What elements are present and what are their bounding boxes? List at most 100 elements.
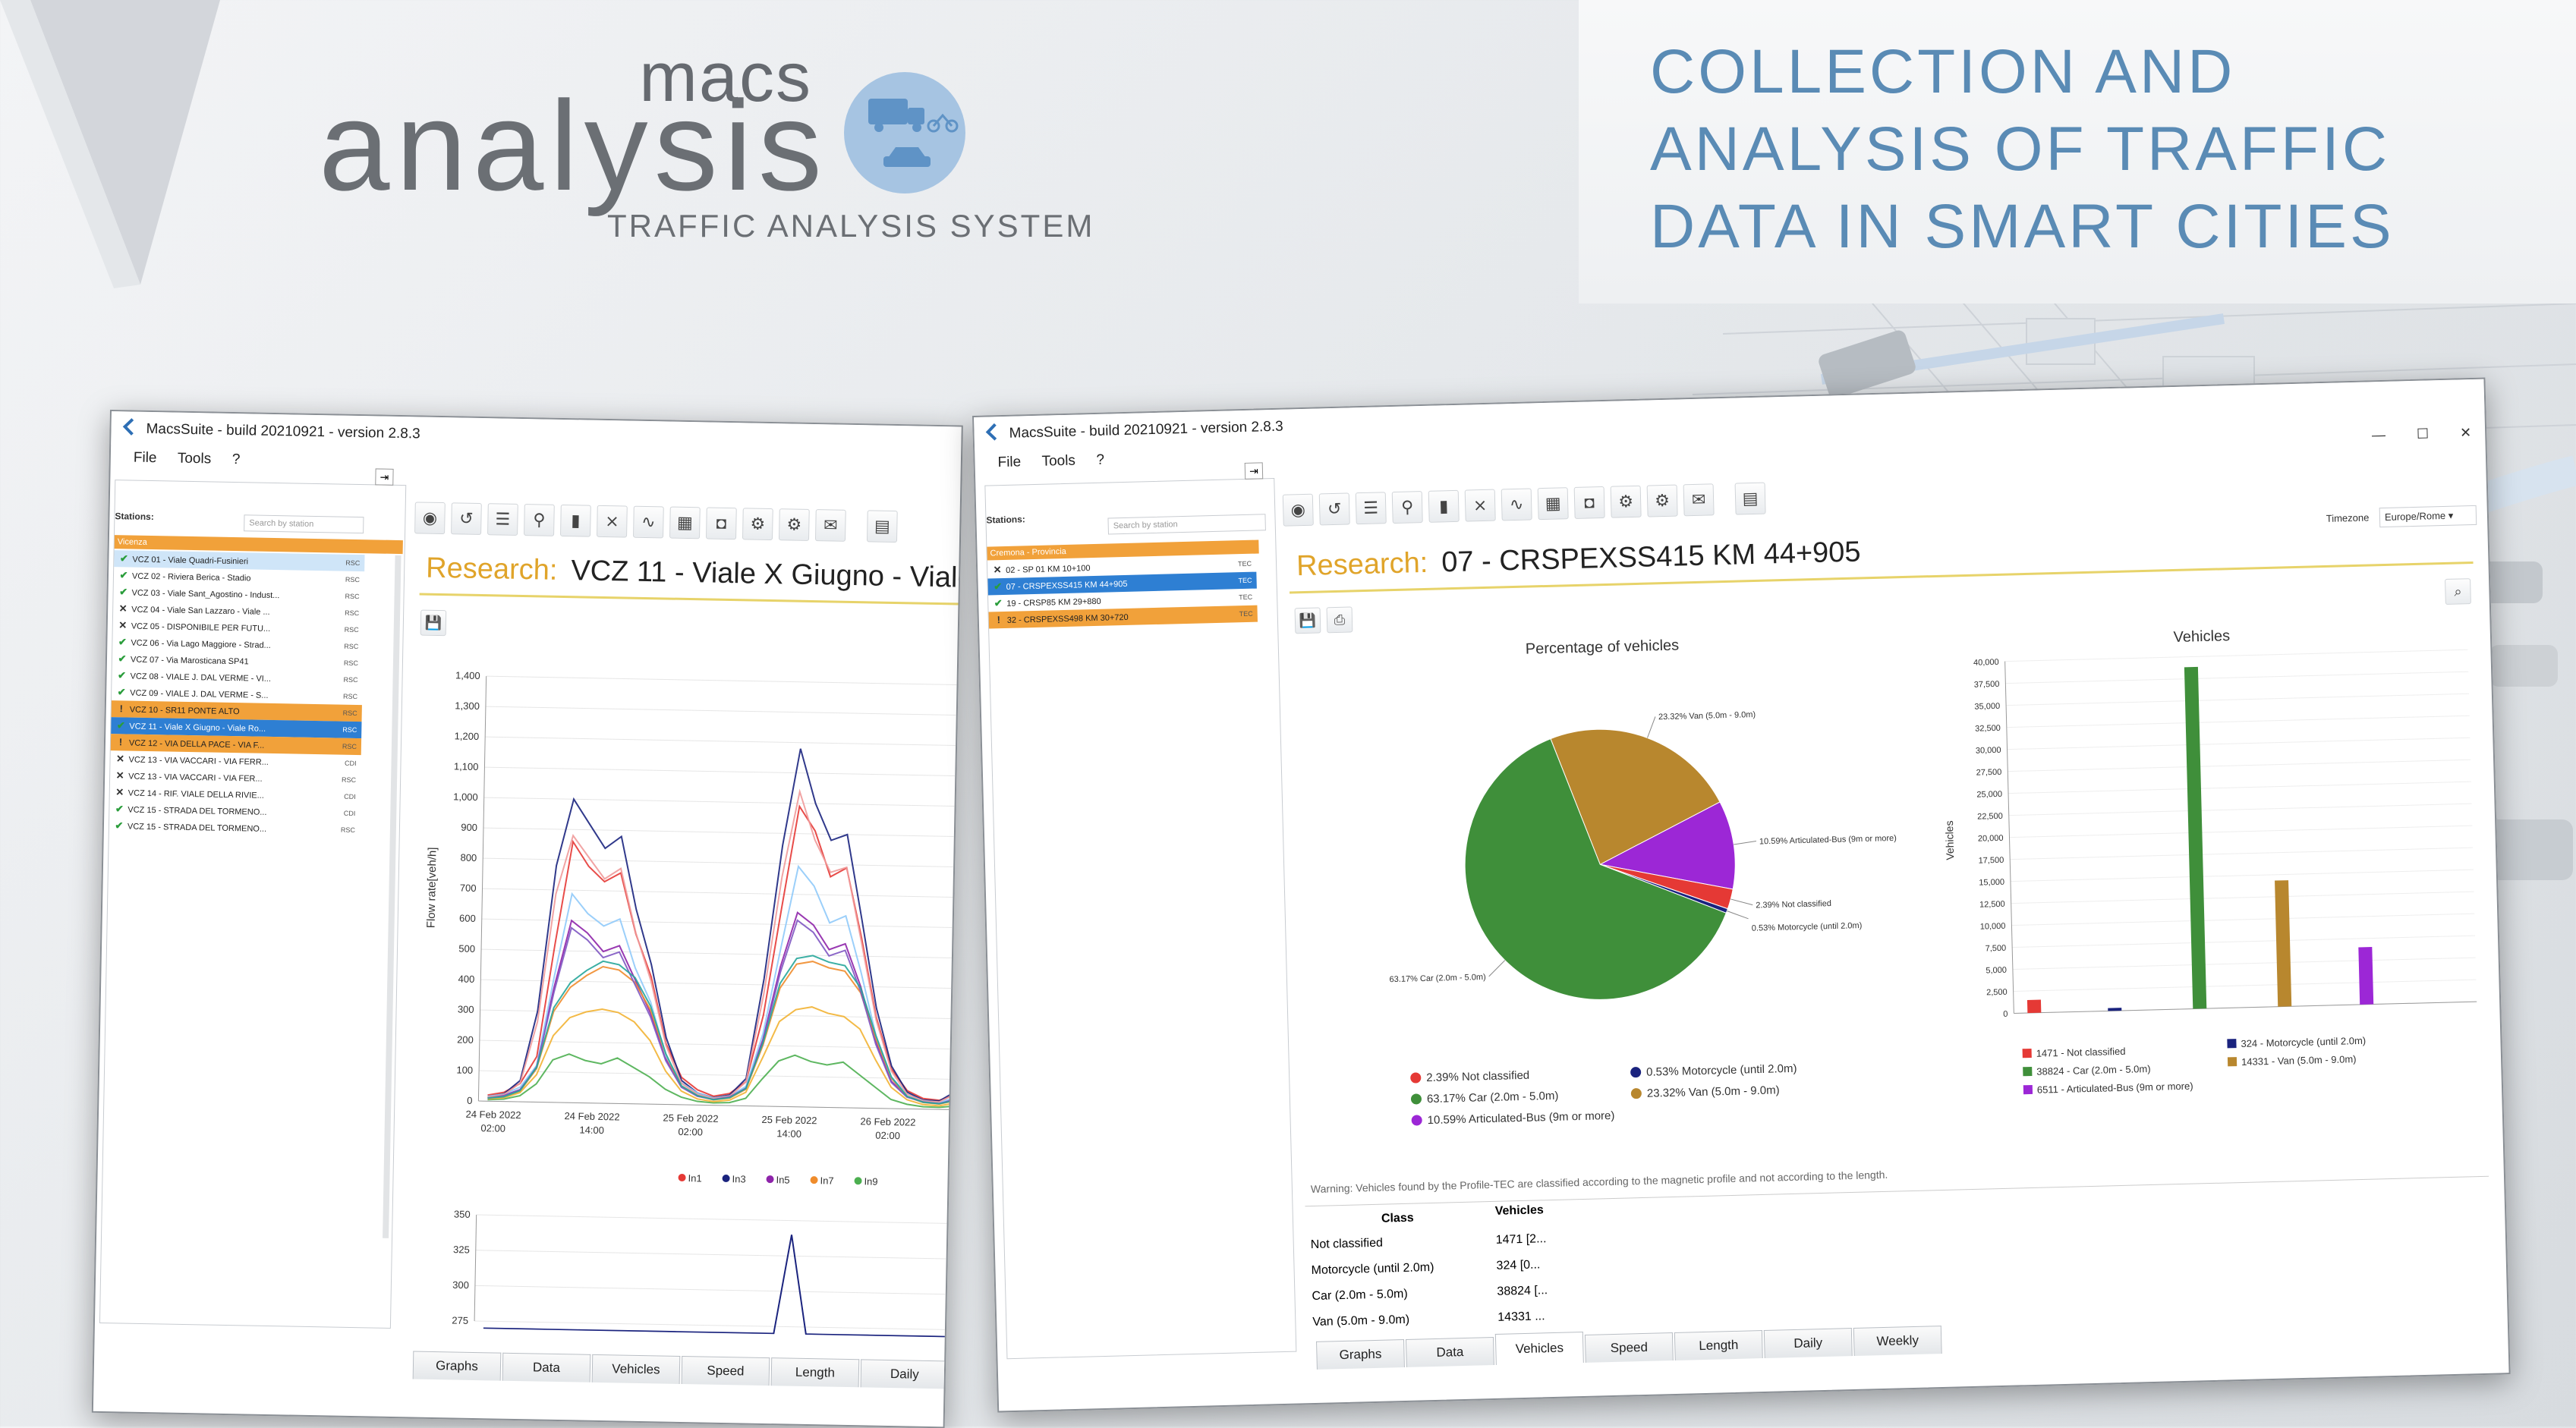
- settings-icon[interactable]: ⚙: [742, 508, 773, 540]
- callout-line: [1647, 716, 1656, 738]
- legend-marker: [2023, 1085, 2033, 1094]
- station-search-input[interactable]: Search by station: [244, 514, 364, 533]
- legend-label: 6511 - Articulated-Bus (9m or more): [2037, 1080, 2193, 1096]
- menu-help[interactable]: ?: [232, 451, 241, 468]
- gridline: [2014, 980, 2477, 991]
- history-icon[interactable]: ↺: [451, 502, 482, 535]
- eye-icon[interactable]: ◉: [414, 502, 446, 534]
- y-tick-label: 10,000: [1980, 922, 2006, 932]
- mail-icon[interactable]: ✉: [1683, 483, 1715, 516]
- tab-data[interactable]: Data: [1406, 1337, 1494, 1367]
- collapse-panel-icon[interactable]: ⇥: [375, 468, 393, 485]
- tab-daily[interactable]: Daily: [1764, 1328, 1853, 1358]
- window-title: MacsSuite - build 20210921 - version 2.8…: [146, 421, 420, 443]
- gridline: [2008, 738, 2471, 749]
- legend-label: In1: [688, 1172, 701, 1184]
- stations-panel: ⇥ Stations: Search by station Cremona - …: [984, 478, 1296, 1359]
- tab-graphs[interactable]: Graphs: [1316, 1339, 1405, 1370]
- mail-icon[interactable]: ✉: [815, 509, 846, 542]
- slice-callout: 63.17% Car (2.0m - 5.0m): [1389, 973, 1485, 984]
- station-type-code: RSC: [341, 822, 355, 838]
- calendar-icon[interactable]: ▦: [669, 507, 701, 539]
- tab-speed[interactable]: Speed: [682, 1356, 770, 1386]
- x-axis: [2014, 1002, 2477, 1013]
- station-type-code: RSC: [344, 638, 358, 655]
- legend-label: 23.32% Van (5.0m - 9.0m): [1647, 1084, 1780, 1099]
- research-value: 07 - CRSPEXSS415 KM 44+905: [1441, 536, 1861, 578]
- station-type-code: RSC: [342, 772, 356, 788]
- graph-icon[interactable]: ⨯: [1465, 489, 1496, 522]
- search-icon[interactable]: ⌕: [2445, 578, 2471, 605]
- tab-speed[interactable]: Speed: [1585, 1332, 1674, 1363]
- cross-icon: ✕: [115, 767, 125, 784]
- tab-graphs[interactable]: Graphs: [413, 1351, 502, 1381]
- tab-length[interactable]: Length: [1674, 1330, 1763, 1360]
- signal-icon[interactable]: ∿: [1501, 488, 1532, 521]
- legend-marker: [1630, 1067, 1641, 1077]
- bus-icon[interactable]: ◘: [706, 507, 737, 539]
- left-app-window: MacsSuite - build 20210921 - version 2.8…: [92, 410, 963, 1428]
- y-tick-label: 900: [461, 822, 477, 833]
- map-pin-icon[interactable]: ⚲: [524, 504, 555, 536]
- graph-icon[interactable]: ⨯: [597, 505, 628, 538]
- bar-chart-icon[interactable]: ▮: [560, 505, 591, 537]
- station-type-code: RSC: [343, 672, 357, 688]
- vehicles-badge-icon: [844, 68, 965, 197]
- advanced-settings-icon[interactable]: ⚙: [1647, 485, 1678, 517]
- advanced-settings-icon[interactable]: ⚙: [779, 508, 810, 541]
- tab-data[interactable]: Data: [502, 1353, 591, 1382]
- map-pin-icon[interactable]: ⚲: [1392, 491, 1423, 524]
- menu-file[interactable]: File: [997, 454, 1021, 471]
- bar-chart-icon[interactable]: ▮: [1428, 490, 1460, 523]
- timezone-select[interactable]: Europe/Rome ▾: [2379, 505, 2477, 527]
- tab-vehicles[interactable]: Vehicles: [1495, 1332, 1584, 1365]
- table-header-vehicles: Vehicles: [1495, 1203, 1544, 1219]
- tab-daily[interactable]: Daily: [861, 1359, 949, 1389]
- chart-title: Percentage of vehicles: [1526, 637, 1680, 658]
- menu-file[interactable]: File: [134, 450, 157, 467]
- save-icon[interactable]: 💾: [1295, 607, 1321, 634]
- calendar-icon[interactable]: ▦: [1538, 487, 1569, 520]
- right-app-window: MacsSuite - build 20210921 - version 2.8…: [972, 378, 2511, 1413]
- y-tick-label: 600: [459, 913, 476, 924]
- y-tick-label: 15,000: [1979, 878, 2004, 888]
- y-tick-label: 300: [458, 1004, 474, 1015]
- legend-marker: [722, 1175, 729, 1182]
- bus-icon[interactable]: ◘: [1574, 486, 1605, 519]
- clipboard-icon[interactable]: ▤: [1735, 483, 1766, 515]
- collapse-panel-icon[interactable]: ⇥: [1245, 462, 1264, 480]
- y-tick-label: 40,000: [1973, 658, 1999, 668]
- group-name: Cremona - Provincia: [990, 547, 1066, 558]
- save-icon[interactable]: 💾: [420, 610, 447, 637]
- clipboard-icon[interactable]: ▤: [867, 510, 898, 543]
- list-icon[interactable]: ☰: [487, 503, 518, 536]
- signal-icon[interactable]: ∿: [633, 506, 664, 539]
- gridline: [2007, 716, 2470, 727]
- tab-weekly[interactable]: Weekly: [1853, 1326, 1942, 1356]
- gridline: [2011, 870, 2474, 881]
- tab-vehicles[interactable]: Vehicles: [592, 1354, 681, 1384]
- station-name: VCZ 13 - VIA VACCARI - VIA FER...: [128, 772, 263, 784]
- title-underline: [420, 593, 960, 605]
- eye-icon[interactable]: ◉: [1283, 494, 1314, 527]
- menu-help[interactable]: ?: [1096, 452, 1104, 469]
- settings-icon[interactable]: ⚙: [1611, 486, 1642, 518]
- legend-label: In9: [864, 1175, 877, 1187]
- legend-label: 2.39% Not classified: [1426, 1069, 1529, 1084]
- station-type-code: RSC: [343, 688, 357, 705]
- export-icon[interactable]: ⎙: [1327, 606, 1353, 633]
- legend-label: 1471 - Not classified: [2036, 1046, 2126, 1059]
- table-cell-class: Car (2.0m - 5.0m): [1312, 1288, 1408, 1304]
- tab-length[interactable]: Length: [771, 1357, 860, 1387]
- list-icon[interactable]: ☰: [1356, 492, 1387, 524]
- legend-label: In3: [732, 1173, 745, 1184]
- station-list-scrollbar[interactable]: [383, 555, 401, 1238]
- x-tick-label: 26 Feb 202202:00: [860, 1115, 916, 1141]
- gridline: [487, 676, 959, 684]
- history-icon[interactable]: ↺: [1319, 492, 1350, 525]
- table-cell-class: Not classified: [1311, 1237, 1384, 1252]
- station-search-input[interactable]: Search by station: [1107, 514, 1265, 534]
- menu-tools[interactable]: Tools: [1041, 453, 1075, 470]
- menu-tools[interactable]: Tools: [178, 451, 212, 468]
- station-row[interactable]: ✔VCZ 15 - STRADA DEL TORMENO...RSC: [109, 817, 360, 838]
